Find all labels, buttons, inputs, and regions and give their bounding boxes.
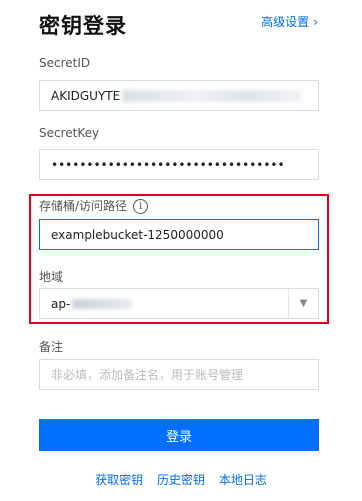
bucket-path-label-row: 存储桶/访问路径 i xyxy=(39,197,149,214)
page-title: 密钥登录 xyxy=(39,14,127,38)
region-label: 地域 xyxy=(39,270,64,284)
local-log-link[interactable]: 本地日志 xyxy=(219,473,267,487)
remark-label: 备注 xyxy=(39,340,64,354)
info-icon[interactable]: i xyxy=(133,199,149,214)
advanced-settings-link[interactable]: 高级设置 › xyxy=(261,13,318,30)
footer-links: 获取密钥 历史密钥 本地日志 xyxy=(0,471,362,488)
redacted-text xyxy=(122,89,303,102)
remark-placeholder: 非必填，添加备注名，用于账号管理 xyxy=(51,368,244,382)
region-select[interactable]: ap- ▼ xyxy=(39,288,319,319)
chevron-right-icon: › xyxy=(313,15,318,29)
redacted-text xyxy=(72,299,133,309)
region-value: ap- xyxy=(51,296,71,311)
secret-id-value: AKIDGUYTE xyxy=(51,88,121,103)
secret-key-value: ••••••••••••••••••••••••••••••••• xyxy=(51,157,285,172)
chevron-down-icon[interactable]: ▼ xyxy=(288,289,318,318)
secret-key-label: SecretKey xyxy=(39,126,100,140)
get-key-link[interactable]: 获取密钥 xyxy=(95,473,143,487)
advanced-settings-label: 高级设置 xyxy=(261,15,310,29)
bucket-path-label: 存储桶/访问路径 xyxy=(39,199,128,213)
login-button[interactable]: 登录 xyxy=(39,419,319,451)
history-key-link[interactable]: 历史密钥 xyxy=(157,473,205,487)
secret-key-input[interactable]: ••••••••••••••••••••••••••••••••• xyxy=(39,149,319,180)
region-value-wrap: ap- xyxy=(51,297,288,311)
bucket-path-input[interactable]: examplebucket-1250000000 xyxy=(39,219,319,250)
secret-id-input[interactable]: AKIDGUYTE xyxy=(39,80,319,111)
remark-input[interactable]: 非必填，添加备注名，用于账号管理 xyxy=(39,359,319,390)
bucket-path-value: examplebucket-1250000000 xyxy=(51,227,224,242)
secret-id-label: SecretID xyxy=(39,56,91,70)
